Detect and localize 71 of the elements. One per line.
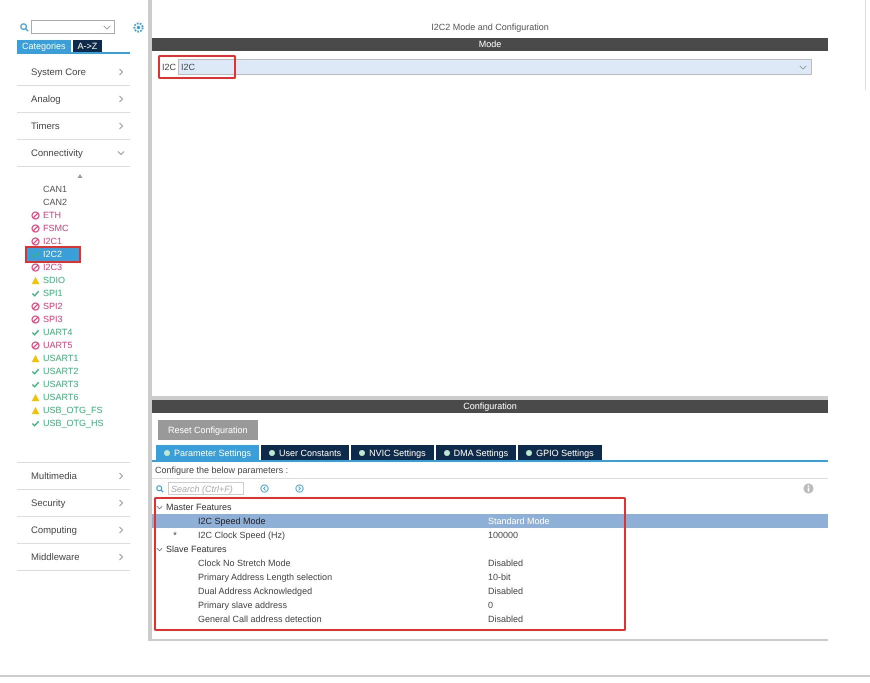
peripheral-item[interactable]: CAN2 <box>17 196 130 209</box>
chevron-right-icon <box>117 472 125 480</box>
prohibited-icon <box>31 263 40 272</box>
configuration-header: Configuration <box>152 400 828 413</box>
parameter-row[interactable]: General Call address detection Disabled <box>152 612 828 626</box>
peripheral-item[interactable]: I2C1 <box>17 235 130 248</box>
parameter-row[interactable]: Primary slave address 0 <box>152 598 828 612</box>
prohibited-icon <box>31 302 40 311</box>
chevron-down-icon <box>799 64 807 70</box>
expand-icon[interactable] <box>156 546 163 552</box>
parameter-row[interactable]: Primary Address Length selection 10-bit <box>152 570 828 584</box>
chevron-right-icon <box>117 526 125 534</box>
category-item[interactable]: Multimedia <box>17 463 130 490</box>
warning-icon <box>31 276 40 285</box>
check-icon <box>31 289 40 298</box>
check-icon <box>31 328 40 337</box>
settings-tab[interactable]: User Constants <box>261 445 350 460</box>
search-icon <box>156 484 164 492</box>
category-item[interactable]: Middleware <box>17 544 130 571</box>
mode-dropdown[interactable]: I2C <box>178 59 812 75</box>
prohibited-icon <box>31 211 40 220</box>
mode-header: Mode <box>152 38 828 51</box>
expand-icon[interactable] <box>156 504 163 510</box>
settings-tab[interactable]: GPIO Settings <box>518 445 602 460</box>
parameter-row[interactable]: Clock No Stretch Mode Disabled <box>152 556 828 570</box>
peripheral-item[interactable]: SPI2 <box>17 300 130 313</box>
peripheral-item[interactable]: ETH <box>17 209 130 222</box>
settings-tab[interactable]: DMA Settings <box>436 445 516 460</box>
search-icon <box>20 22 29 32</box>
sidebar-tab[interactable]: A->Z <box>72 40 102 52</box>
peripheral-item[interactable]: I2C3 <box>17 261 130 274</box>
category-item[interactable]: Connectivity <box>17 140 130 167</box>
prohibited-icon <box>31 315 40 324</box>
peripheral-item[interactable]: SPI3 <box>17 313 130 326</box>
panel-title: I2C2 Mode and Configuration <box>430 21 550 34</box>
check-icon <box>31 419 40 428</box>
category-item[interactable]: Computing <box>17 517 130 544</box>
category-item[interactable]: System Core <box>17 59 130 86</box>
parameter-search-field[interactable]: Search (Ctrl+F) <box>168 482 244 495</box>
chevron-down-icon <box>103 24 111 30</box>
parameter-row[interactable]: Dual Address Acknowledged Disabled <box>152 584 828 598</box>
field-label: I2C <box>162 62 176 72</box>
info-icon[interactable] <box>803 483 814 494</box>
warning-icon <box>31 354 40 363</box>
peripheral-item[interactable]: CAN1 <box>17 183 130 196</box>
prohibited-icon <box>31 224 40 233</box>
chevron-right-icon <box>117 68 125 76</box>
settings-tab[interactable]: NVIC Settings <box>351 445 434 460</box>
check-icon <box>31 250 40 259</box>
group-label: Master Features <box>166 502 232 512</box>
chevron-down-icon <box>117 149 125 157</box>
hint-text: Configure the below parameters : <box>152 462 828 479</box>
peripheral-item[interactable]: UART5 <box>17 339 130 352</box>
chevron-right-icon <box>117 499 125 507</box>
prohibited-icon <box>31 237 40 246</box>
chevron-right-icon <box>117 95 125 103</box>
category-item[interactable]: Timers <box>17 113 130 140</box>
category-item[interactable]: Security <box>17 490 130 517</box>
chevron-right-icon <box>117 553 125 561</box>
category-item[interactable]: Analog <box>17 86 130 113</box>
previous-icon[interactable] <box>260 484 269 493</box>
parameter-row[interactable]: * I2C Clock Speed (Hz) 100000 <box>152 528 828 542</box>
parameter-row[interactable]: I2C Speed Mode Standard Mode <box>152 514 828 528</box>
peripheral-item[interactable]: FSMC <box>17 222 130 235</box>
group-label: Slave Features <box>166 544 227 554</box>
next-icon[interactable] <box>295 484 304 493</box>
chevron-right-icon <box>117 122 125 130</box>
scroll-up-icon[interactable] <box>77 173 83 179</box>
prohibited-icon <box>31 341 40 350</box>
settings-icon[interactable] <box>133 22 144 32</box>
search-combobox[interactable] <box>31 20 115 34</box>
